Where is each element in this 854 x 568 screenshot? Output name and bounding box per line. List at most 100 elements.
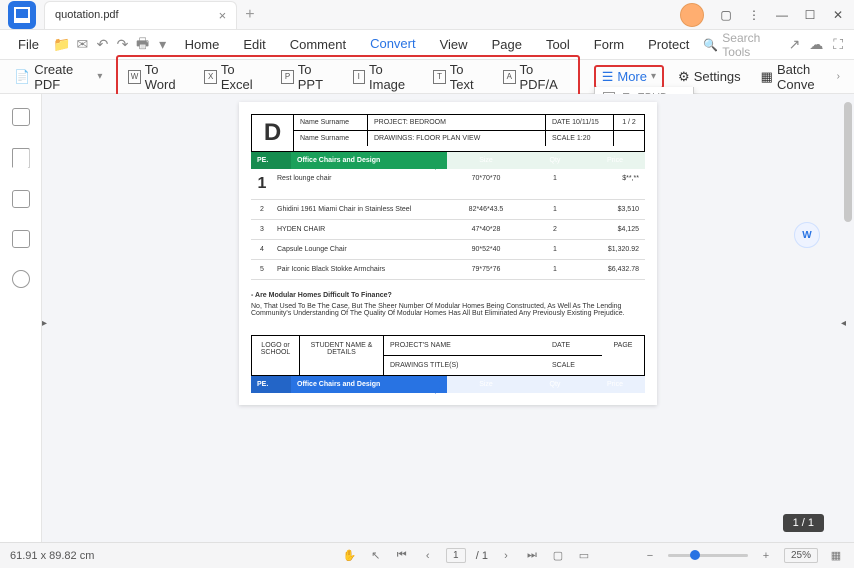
search-tools[interactable]: 🔍 Search Tools [703, 31, 780, 59]
next-page-icon[interactable]: › [498, 548, 514, 564]
row-price: $**,** [585, 169, 645, 199]
redo-icon[interactable]: ↷ [114, 36, 130, 53]
convert-to-image-button[interactable]: ITo Image [347, 59, 422, 95]
convert-to-text-button[interactable]: TTo Text [427, 59, 491, 95]
cloud-icon[interactable]: ☁ [808, 36, 824, 53]
menu-edit[interactable]: Edit [233, 33, 275, 56]
fit-page-icon[interactable]: ▢ [550, 548, 566, 564]
close-tab-icon[interactable]: × [219, 8, 227, 23]
hdr-name2: Name Surname [294, 131, 368, 146]
table-row: 3HYDEN CHAIR47*40*282$4,125 [251, 220, 645, 240]
vertical-scrollbar[interactable] [844, 102, 852, 534]
convert-group-highlight: WTo WordXTo ExcelPTo PPTITo ImageTTo Tex… [116, 55, 579, 99]
convert-to-ppt-button[interactable]: PTo PPT [275, 59, 340, 95]
fit-width-icon[interactable]: ▭ [576, 548, 592, 564]
undo-icon[interactable]: ↶ [94, 36, 110, 53]
notification-icon[interactable]: ▢ [714, 3, 738, 27]
share-icon[interactable]: ↗ [787, 36, 803, 53]
row-price: $6,432.78 [585, 260, 645, 279]
chevron-right-icon: › [837, 71, 840, 82]
profile-icon[interactable] [680, 3, 704, 27]
statusbar: 61.91 x 89.82 cm ✋ ↖ ⏮ ‹ 1 / 1 › ⏭ ▢ ▭ −… [0, 542, 854, 568]
hdr-project: PROJECT: BEDROOM [368, 115, 546, 130]
maximize-icon[interactable]: ☐ [798, 3, 822, 27]
doc-w-icon: W [128, 70, 140, 84]
doc-t-icon: T [433, 70, 445, 84]
menu-form[interactable]: Form [584, 33, 634, 56]
table-row: 1Rest lounge chair70*70*701$**,** [251, 169, 645, 200]
settings-button[interactable]: ⚙ Settings [672, 66, 747, 88]
hdr2-student: STUDENT NAME & DETAILS [300, 336, 384, 375]
zoom-slider[interactable] [668, 554, 748, 557]
row-size: 47*40*28 [447, 220, 525, 239]
section-header-blue: PE. Office Chairs and Design Size Qty Pr… [251, 376, 645, 393]
print-icon[interactable]: 🖶 [135, 33, 151, 57]
kebab-icon[interactable]: ⋮ [742, 3, 766, 27]
attachment-panel-icon[interactable] [12, 230, 30, 248]
pdf-page: D Name Surname PROJECT: BEDROOM DATE 10/… [239, 102, 657, 405]
prev-page-icon[interactable]: ‹ [420, 548, 436, 564]
print-dropdown-icon[interactable]: ▾ [155, 36, 171, 53]
titlebar: quotation.pdf × + ▢ ⋮ — ☐ ✕ [0, 0, 854, 30]
last-page-icon[interactable]: ⏭ [524, 548, 540, 564]
col-size: Size [447, 152, 525, 169]
zoom-in-icon[interactable]: + [758, 548, 774, 564]
row-size: 82*46*43.5 [447, 200, 525, 219]
tab-title: quotation.pdf [55, 9, 119, 21]
file-menu[interactable]: File [8, 33, 49, 56]
menu-convert[interactable]: Convert [360, 32, 426, 57]
bookmark-panel-icon[interactable] [12, 148, 30, 168]
new-tab-button[interactable]: + [245, 6, 254, 24]
page-indicator: 1 / 1 [783, 514, 824, 532]
page-total: / 1 [476, 550, 488, 562]
hdr-scale: SCALE 1:20 [546, 131, 614, 146]
search-icon: 🔍 [703, 38, 718, 52]
more-button[interactable]: ☰ More ▾ [602, 69, 656, 85]
menu-view[interactable]: View [430, 33, 478, 56]
close-window-icon[interactable]: ✕ [826, 3, 850, 27]
convert-to-pdf-a-button[interactable]: ATo PDF/A [497, 59, 574, 95]
doc2-header-table: LOGO or SCHOOL STUDENT NAME & DETAILS PR… [251, 335, 645, 376]
comment-panel-icon[interactable] [12, 190, 30, 208]
zoom-out-icon[interactable]: − [642, 548, 658, 564]
doc-i-icon: I [353, 70, 365, 84]
open-icon[interactable]: 📁 [53, 36, 70, 53]
row-desc: Rest lounge chair [273, 169, 447, 199]
search-panel-icon[interactable] [12, 270, 30, 288]
doc-answer: No, That Used To Be The Case, But The Sh… [251, 303, 645, 317]
row-index: 5 [251, 260, 273, 279]
hdr2-scale: SCALE [546, 356, 602, 375]
hdr2-date: DATE [546, 336, 602, 356]
doc-header-table: D Name Surname PROJECT: BEDROOM DATE 10/… [251, 114, 645, 152]
menu-protect[interactable]: Protect [638, 33, 699, 56]
document-tab[interactable]: quotation.pdf × [44, 1, 237, 29]
expand-icon[interactable]: ⛶ [830, 36, 846, 53]
document-canvas[interactable]: D Name Surname PROJECT: BEDROOM DATE 10/… [42, 94, 854, 542]
first-page-icon[interactable]: ⏮ [394, 548, 410, 564]
thumbnail-panel-icon[interactable] [12, 108, 30, 126]
create-pdf-button[interactable]: 📄 Create PDF ▾ [8, 59, 108, 95]
zoom-knob[interactable] [690, 550, 700, 560]
hdr-drawings: DRAWINGS: FLOOR PLAN VIEW [368, 131, 546, 146]
convert-to-word-button[interactable]: WTo Word [122, 59, 192, 95]
page-number-input[interactable]: 1 [446, 548, 466, 563]
work-area: ▸ ◂ D Name Surname PROJECT: BEDROOM DATE… [0, 94, 854, 542]
convert-to-excel-button[interactable]: XTo Excel [198, 59, 269, 95]
scrollbar-thumb[interactable] [844, 102, 852, 222]
menu-page[interactable]: Page [482, 33, 532, 56]
menu-home[interactable]: Home [175, 33, 230, 56]
section-header-green: PE. Office Chairs and Design Size Qty Pr… [251, 152, 645, 169]
layout-icon[interactable]: ▦ [828, 548, 844, 564]
zoom-level[interactable]: 25% [784, 548, 818, 563]
mail-icon[interactable]: ✉ [74, 36, 90, 53]
menu-comment[interactable]: Comment [280, 33, 356, 56]
batch-convert-button[interactable]: ▦ Batch Conve › [755, 59, 846, 95]
select-tool-icon[interactable]: ↖ [368, 548, 384, 564]
row-index: 2 [251, 200, 273, 219]
hand-tool-icon[interactable]: ✋ [342, 548, 358, 564]
left-sidebar [0, 94, 42, 542]
col-qty: Qty [525, 152, 585, 169]
floating-word-badge[interactable]: W [794, 222, 820, 248]
menu-tool[interactable]: Tool [536, 33, 580, 56]
minimize-icon[interactable]: — [770, 3, 794, 27]
